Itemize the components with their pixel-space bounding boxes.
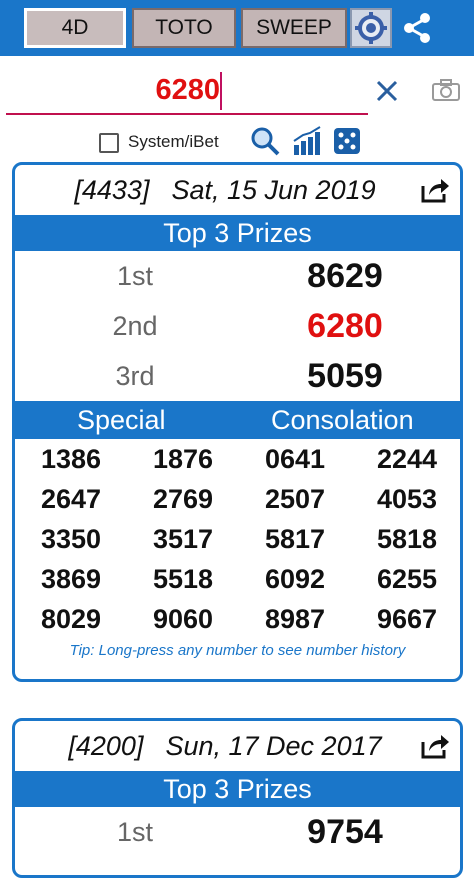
card-share-button[interactable]: [418, 730, 452, 762]
consolation-number[interactable]: 5818: [351, 519, 460, 559]
special-number[interactable]: 2647: [15, 479, 127, 519]
close-icon: [376, 80, 398, 102]
special-number[interactable]: 1876: [127, 439, 239, 479]
consolation-header: Consolation: [271, 405, 414, 435]
chart-icon: [293, 126, 321, 155]
dice-icon: [334, 128, 360, 154]
prize-number[interactable]: 9754: [265, 807, 425, 857]
prize-row-3rd: 3rd 5059: [15, 351, 460, 401]
prize-number[interactable]: 8629: [265, 251, 425, 301]
special-number[interactable]: 3869: [15, 559, 127, 599]
share-button[interactable]: [397, 8, 437, 48]
special-number[interactable]: 8029: [15, 599, 127, 639]
draw-date: Sat, 15 Jun 2019: [171, 175, 376, 205]
gear-icon: [355, 12, 387, 44]
draw-info: [4200] Sun, 17 Dec 2017: [15, 721, 415, 771]
share-icon: [404, 13, 430, 43]
system-ibet-checkbox[interactable]: [99, 133, 119, 153]
system-ibet-label: System/iBet: [128, 132, 219, 151]
clear-button[interactable]: [370, 72, 404, 110]
consolation-number[interactable]: 6092: [239, 559, 351, 599]
prize-label: 3rd: [115, 361, 155, 391]
top-prizes-header: Top 3 Prizes: [15, 215, 460, 251]
prize-row-1st: 1st 8629: [15, 251, 460, 301]
consolation-number[interactable]: 5817: [239, 519, 351, 559]
consolation-number[interactable]: 2244: [351, 439, 460, 479]
prize-label: 1st: [116, 261, 154, 291]
special-number[interactable]: 5518: [127, 559, 239, 599]
draw-number: [4200]: [68, 731, 144, 761]
consolation-number[interactable]: 8987: [239, 599, 351, 639]
number-grid: 1386 1876 2647 2769 3350 3517 3869 5518 …: [15, 439, 460, 641]
special-number[interactable]: 2769: [127, 479, 239, 519]
dice-button[interactable]: [330, 124, 364, 158]
result-card: [4433] Sat, 15 Jun 2019 Top 3 Prizes 1st …: [12, 162, 463, 682]
tab-4d-label: 4D: [61, 16, 89, 39]
tab-sweep-label: SWEEP: [256, 16, 332, 39]
card-header: [4433] Sat, 15 Jun 2019: [15, 165, 460, 215]
consolation-number[interactable]: 6255: [351, 559, 460, 599]
top-prizes-header: Top 3 Prizes: [15, 771, 460, 807]
special-number[interactable]: 3350: [15, 519, 127, 559]
prize-label: 1st: [116, 817, 154, 847]
draw-info: [4433] Sat, 15 Jun 2019: [15, 165, 415, 215]
draw-number: [4433]: [74, 175, 150, 205]
card-header: [4200] Sun, 17 Dec 2017: [15, 721, 460, 771]
special-number[interactable]: 3517: [127, 519, 239, 559]
consolation-number[interactable]: 2507: [239, 479, 351, 519]
special-number[interactable]: 9060: [127, 599, 239, 639]
share-arrow-icon: [421, 735, 449, 759]
special-consolation-header: Special Consolation: [15, 401, 460, 439]
tab-toto[interactable]: TOTO: [132, 8, 236, 48]
search-underline: [6, 113, 368, 115]
search-icon: [251, 127, 280, 156]
card-share-button[interactable]: [418, 174, 452, 206]
tip-text: Tip: Long-press any number to see number…: [69, 642, 406, 659]
tab-4d[interactable]: 4D: [24, 8, 126, 48]
tab-sweep[interactable]: SWEEP: [241, 8, 347, 48]
prize-row-2nd: 2nd 6280: [15, 301, 460, 351]
search-button[interactable]: [248, 124, 282, 158]
camera-icon: [432, 79, 460, 101]
options-row: System/iBet: [0, 124, 474, 160]
consolation-number[interactable]: 0641: [239, 439, 351, 479]
camera-button[interactable]: [428, 74, 464, 106]
consolation-number[interactable]: 9667: [351, 599, 460, 639]
text-caret: [220, 72, 222, 110]
top-bar: 4D TOTO SWEEP: [0, 0, 474, 56]
tab-toto-label: TOTO: [155, 16, 213, 39]
consolation-number[interactable]: 4053: [351, 479, 460, 519]
prize-row-1st: 1st 9754: [15, 807, 460, 857]
result-card: [4200] Sun, 17 Dec 2017 Top 3 Prizes 1st …: [12, 718, 463, 878]
prize-label: 2nd: [112, 311, 158, 341]
chart-button[interactable]: [290, 124, 324, 158]
special-header: Special: [77, 405, 166, 435]
special-number[interactable]: 1386: [15, 439, 127, 479]
prize-number[interactable]: 5059: [265, 351, 425, 401]
settings-button[interactable]: [350, 8, 392, 48]
draw-date: Sun, 17 Dec 2017: [165, 731, 382, 761]
prize-number-highlighted[interactable]: 6280: [265, 301, 425, 351]
search-input[interactable]: 6280: [8, 70, 220, 110]
share-arrow-icon: [421, 179, 449, 203]
